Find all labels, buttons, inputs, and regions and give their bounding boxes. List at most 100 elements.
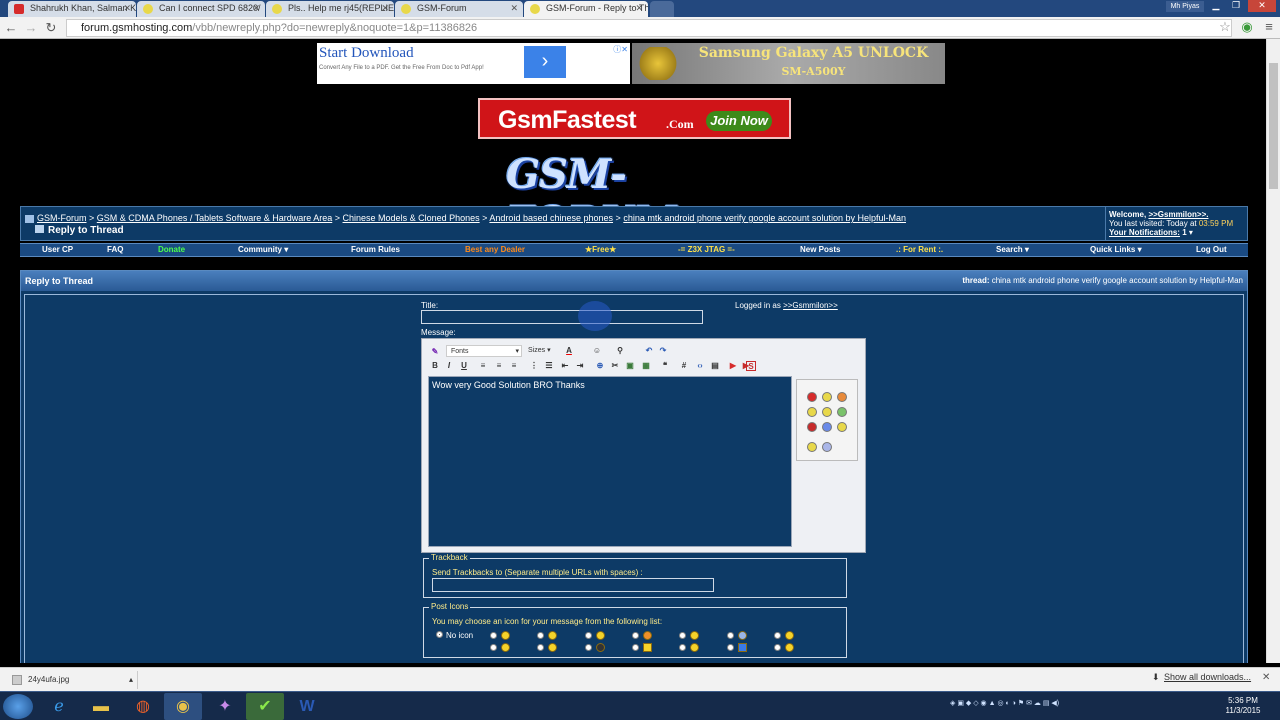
browser-tab[interactable]: GSM-Forum ✕ [395, 1, 523, 17]
menu-donate[interactable]: Donate [158, 245, 185, 254]
close-tab-icon[interactable]: ✕ [510, 1, 518, 16]
undo-icon[interactable]: ↶ [644, 346, 654, 356]
user-link[interactable]: >>Gsmmilon>>. [1148, 210, 1208, 219]
unordered-list-icon[interactable]: ☰ [544, 361, 554, 371]
bold-icon[interactable]: B [430, 361, 440, 371]
internet-explorer-icon[interactable]: ℯ [40, 693, 78, 720]
post-icon-radio[interactable] [632, 644, 639, 651]
breadcrumb-link[interactable]: Android based chinese phones [489, 213, 613, 223]
browser-tab[interactable]: Can I connect SPD 6820/✕ [137, 1, 265, 17]
text-color-icon[interactable]: A [564, 346, 574, 356]
smiley-icon[interactable] [822, 392, 832, 402]
post-icon-radio[interactable] [490, 632, 497, 639]
switch-mode-icon[interactable]: ✎ [430, 347, 440, 357]
start-button[interactable] [3, 694, 33, 719]
smiley-icon[interactable] [822, 422, 832, 432]
extension-icon[interactable]: ◉ [1240, 20, 1254, 34]
indent-icon[interactable]: ⇥ [575, 361, 585, 371]
breadcrumb-link[interactable]: GSM-Forum [37, 213, 87, 223]
close-tab-icon[interactable]: ✕ [635, 1, 643, 16]
post-icon-radio[interactable] [679, 644, 686, 651]
samsung-unlock-ad[interactable]: Samsung Galaxy A5 UNLOCK SM-A500Y [632, 43, 945, 84]
code-icon[interactable]: ‹› [695, 361, 705, 371]
post-icon-radio[interactable] [537, 632, 544, 639]
youtube-icon[interactable]: ▶ [728, 361, 738, 371]
menu-user-cp[interactable]: User CP [42, 245, 73, 254]
post-icon-radio[interactable] [490, 644, 497, 651]
close-tab-icon[interactable]: ✕ [252, 1, 260, 16]
outdent-icon[interactable]: ⇤ [560, 361, 570, 371]
forward-icon[interactable]: → [24, 21, 38, 35]
ad-close-icon[interactable]: ⓘ✕ [613, 44, 628, 55]
quote-icon[interactable]: ❝ [660, 361, 670, 371]
link-icon[interactable]: ⊕ [595, 361, 605, 371]
php-icon[interactable]: ▤ [710, 361, 720, 371]
bookmark-star-icon[interactable]: ☆ [1218, 20, 1232, 34]
breadcrumb-link[interactable]: Chinese Models & Cloned Phones [343, 213, 480, 223]
smiley-icon[interactable] [837, 407, 847, 417]
smiley-menu-icon[interactable]: ☺ [592, 346, 602, 356]
address-bar[interactable]: forum.gsmhosting.com/vbb/newreply.php?do… [66, 19, 1232, 37]
browser-tab[interactable]: Pls.. Help me rj45(REPLIED ✕ [266, 1, 394, 17]
post-icon-radio[interactable] [585, 644, 592, 651]
menu-free[interactable]: ★Free★ [585, 245, 616, 254]
post-icon-radio[interactable] [679, 632, 686, 639]
image-icon[interactable]: ▣ [625, 361, 635, 371]
menu-icon[interactable]: ≡ [1262, 20, 1276, 34]
app-icon[interactable]: ✔ [246, 693, 284, 720]
app-icon[interactable]: ✦ [206, 693, 244, 720]
post-icon-radio[interactable] [774, 632, 781, 639]
underline-icon[interactable]: U [459, 361, 469, 371]
post-icon-radio[interactable] [632, 632, 639, 639]
system-tray[interactable]: ◈ ▣ ◆ ◇ ◉ ▲ ◎ ◐ ◑ ⚑ ✉ ☁ ▤ ◀) [950, 699, 1059, 707]
close-shelf-icon[interactable]: ✕ [1262, 672, 1270, 683]
smiley-icon[interactable] [807, 422, 817, 432]
forum-logo[interactable]: GSM-FORUM [506, 151, 746, 245]
no-icon-radio[interactable] [436, 631, 443, 638]
word-icon[interactable]: W [288, 693, 326, 720]
show-all-downloads-link[interactable]: Show all downloads... [1164, 672, 1251, 682]
menu-for-rent[interactable]: .: For Rent :. [896, 245, 943, 254]
smiley-icon[interactable] [837, 422, 847, 432]
strike-icon[interactable]: S [746, 361, 756, 371]
menu-quick-links[interactable]: Quick Links ▾ [1090, 245, 1142, 254]
browser-tab-active[interactable]: GSM-Forum - Reply to Th ✕ [524, 1, 648, 17]
chevron-down-icon[interactable]: ▴ [129, 671, 133, 689]
start-download-ad[interactable]: Start Download Convert Any File to a PDF… [317, 43, 630, 84]
unlink-icon[interactable]: ✂ [610, 361, 620, 371]
sizes-select[interactable]: Sizes ▾ [526, 345, 558, 357]
smiley-icon[interactable] [807, 407, 817, 417]
logged-user-link[interactable]: >>Gsmmilon>> [783, 301, 838, 310]
page-scrollbar[interactable] [1266, 39, 1280, 663]
notifications-link[interactable]: Your Notifications: [1109, 228, 1180, 237]
menu-best-dealer[interactable]: Best any Dealer [465, 245, 525, 254]
minimize-icon[interactable]: ▁ [1208, 0, 1224, 12]
align-left-icon[interactable]: ≡ [478, 361, 488, 371]
breadcrumb-link[interactable]: GSM & CDMA Phones / Tablets Software & H… [97, 213, 332, 223]
chrome-icon[interactable]: ◉ [164, 693, 202, 720]
post-icon-radio[interactable] [727, 644, 734, 651]
code-hash-icon[interactable]: # [679, 361, 689, 371]
post-icon-radio[interactable] [727, 632, 734, 639]
message-textarea[interactable]: Wow very Good Solution BRO Thanks [428, 376, 792, 547]
reload-icon[interactable]: ↻ [44, 21, 58, 35]
smiley-icon[interactable] [837, 392, 847, 402]
attachment-icon[interactable]: ⚲ [615, 346, 625, 356]
menu-community[interactable]: Community ▾ [238, 245, 288, 254]
restore-icon[interactable]: ❐ [1228, 0, 1244, 12]
join-now-button[interactable]: Join Now [706, 111, 772, 131]
ad-arrow-button[interactable]: › [524, 46, 566, 78]
smiley-icon[interactable] [807, 392, 817, 402]
post-icon-radio[interactable] [774, 644, 781, 651]
picture-icon[interactable]: ▦ [641, 361, 651, 371]
file-explorer-icon[interactable]: ▬ [82, 693, 120, 720]
ordered-list-icon[interactable]: ⋮ [529, 361, 539, 371]
title-input[interactable] [421, 310, 703, 324]
menu-z3x-jtag[interactable]: -= Z3X JTAG =- [678, 245, 735, 254]
italic-icon[interactable]: I [444, 361, 454, 371]
menu-forum-rules[interactable]: Forum Rules [351, 245, 400, 254]
home-icon[interactable] [25, 214, 34, 223]
gsmfastest-banner[interactable]: GsmFastest .Com Join Now [478, 98, 791, 139]
menu-log-out[interactable]: Log Out [1196, 245, 1227, 254]
smiley-icon[interactable] [822, 407, 832, 417]
